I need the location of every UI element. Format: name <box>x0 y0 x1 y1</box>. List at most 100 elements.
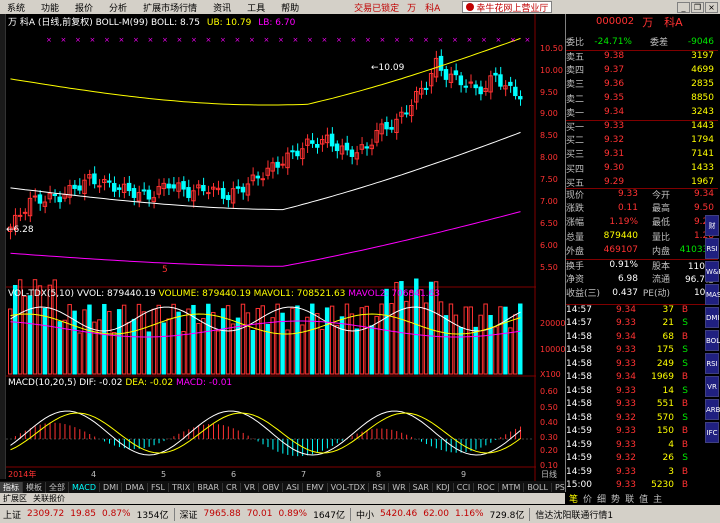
candle-body <box>280 163 285 166</box>
menu-quote[interactable]: 报价 <box>68 1 102 14</box>
server-name[interactable]: 信达沈阳联通行情1 <box>532 508 616 521</box>
volume-bar <box>419 289 424 375</box>
indicator-tab[interactable]: EMV <box>303 482 328 492</box>
volume-bar <box>404 300 409 375</box>
tick-row: 14:58 9.34 1969 B <box>566 372 688 382</box>
indicator-tab[interactable]: DMI <box>100 482 123 492</box>
broker-button[interactable]: 幸牛花网上营业厅 <box>462 1 553 14</box>
indicator-tab[interactable]: SAR <box>410 482 433 492</box>
sh-index-label[interactable]: 上证 <box>0 508 24 521</box>
side-tab[interactable]: W&R <box>705 261 720 282</box>
indicator-tab[interactable]: MTM <box>499 482 525 492</box>
indicator-tab[interactable]: CCI <box>454 482 475 492</box>
indicator-tab[interactable]: BRAR <box>194 482 224 492</box>
indicator-tab[interactable]: FSL <box>148 482 169 492</box>
indicator-tab[interactable]: WR <box>389 482 410 492</box>
zx-index-label[interactable]: 中小 <box>353 508 377 521</box>
tab-extended-area[interactable]: 扩展区 <box>3 493 27 504</box>
menu-analysis[interactable]: 分析 <box>102 1 136 14</box>
quote-tab[interactable]: 势 <box>611 492 620 505</box>
kline-chart-area[interactable]: ←10.09 ←6.28 5 × × × × × × × × × × × × × × × × × × × × × × × × × × × ×… <box>6 14 536 481</box>
candle-body <box>52 194 58 197</box>
volume-bar <box>498 306 503 375</box>
indicator-tab[interactable]: RSI <box>369 482 390 492</box>
side-tab[interactable]: IFC <box>705 422 719 443</box>
quote-tab[interactable]: 细 <box>597 492 606 505</box>
menu-function[interactable]: 功能 <box>34 1 68 14</box>
indicator-tab[interactable]: OBV <box>259 482 284 492</box>
volume-bar <box>290 307 295 375</box>
quote-tab[interactable]: 价 <box>583 492 592 505</box>
indicator-tab[interactable]: PSY <box>552 483 565 492</box>
indicator-tab[interactable]: VR <box>241 482 260 492</box>
indicator-tab[interactable]: ASI <box>283 482 304 492</box>
indicator-tab[interactable]: 模板 <box>23 481 46 493</box>
indicator-tab[interactable]: ROC <box>474 482 499 492</box>
side-tab[interactable]: ARBR <box>705 399 720 420</box>
indicator-tab[interactable]: MACD <box>69 482 100 492</box>
candle-body <box>186 187 191 198</box>
candle-body <box>498 74 503 87</box>
event-mark: × <box>409 36 415 44</box>
volume-bar <box>369 325 374 375</box>
stat-row: 外盘 469107 内盘 410333 <box>566 245 714 257</box>
menu-help[interactable]: 帮助 <box>274 1 308 14</box>
side-tab[interactable]: BOLL <box>705 330 720 351</box>
menu-extended-market[interactable]: 扩展市场行情 <box>136 1 206 14</box>
side-tab[interactable]: MAS <box>705 284 720 305</box>
tick-row: 14:57 9.33 21 S <box>566 318 688 328</box>
volume-bar <box>463 306 469 375</box>
volume-bar <box>285 329 290 375</box>
menu-news[interactable]: 资讯 <box>206 1 240 14</box>
close-icon[interactable]: × <box>705 1 718 13</box>
candle-body <box>329 133 335 147</box>
menu-tools[interactable]: 工具 <box>240 1 274 14</box>
indicator-tab[interactable]: CR <box>223 482 242 492</box>
side-tab[interactable]: RSI <box>705 353 719 374</box>
indicator-tab[interactable]: 指标 <box>0 481 23 493</box>
indicator-tab[interactable]: KDJ <box>433 482 454 492</box>
indicator-tab[interactable]: DMA <box>122 482 148 492</box>
volume-header: VOL-TDX(5,10) VVOL: 879440.19 VOLUME: 87… <box>8 289 440 299</box>
trade-lock-alert[interactable]: 交易已锁定 <box>354 1 399 14</box>
volume-bar <box>211 311 216 375</box>
candle-body <box>260 178 266 181</box>
candle-body <box>478 86 483 95</box>
volume-bar <box>324 307 330 375</box>
sz-index-label[interactable]: 深证 <box>177 508 201 521</box>
volume-bar <box>126 322 132 375</box>
candle-body <box>315 144 320 148</box>
quote-tab[interactable]: 笔 <box>569 492 578 505</box>
quote-tab[interactable]: 联 <box>625 492 634 505</box>
volume-bar <box>319 328 325 375</box>
minimize-icon[interactable]: _ <box>677 1 690 13</box>
candle-body <box>493 72 498 76</box>
side-tab[interactable]: DMI <box>705 307 720 328</box>
volume-bar <box>438 301 444 375</box>
event-mark: × <box>133 36 139 44</box>
side-tab[interactable]: VR <box>705 376 719 397</box>
quote-tab[interactable]: 值 <box>639 492 648 505</box>
candle-body <box>255 175 261 179</box>
side-tab[interactable]: RSI <box>705 238 719 259</box>
zx-index-value: 5420.46 <box>380 509 418 519</box>
stat-row: 现价 9.33 今开 9.34 <box>566 188 718 201</box>
candle-body <box>111 183 117 192</box>
zx-index-amount: 729.8亿 <box>489 510 525 521</box>
volume-bar <box>77 332 82 375</box>
boll-value: BOLL: 8.75 <box>150 18 201 28</box>
indicator-tab[interactable]: BOLL <box>524 482 552 492</box>
tab-related-quote[interactable]: 关联报价 <box>33 493 65 504</box>
period-label[interactable]: 日线 <box>541 469 557 480</box>
restore-icon[interactable]: ❐ <box>691 1 704 13</box>
candle-body <box>443 69 449 80</box>
candle-body <box>141 189 147 192</box>
side-tab[interactable]: 财 <box>705 215 719 236</box>
indicator-tab[interactable]: VOL-TDX <box>328 482 370 492</box>
indicator-tab[interactable]: 全部 <box>46 481 69 493</box>
indicator-tab[interactable]: TRIX <box>169 482 195 492</box>
event-mark: × <box>467 36 473 44</box>
menu-system[interactable]: 系统 <box>0 1 34 14</box>
quote-tab[interactable]: 主 <box>653 492 662 505</box>
price-tick-label: 5.50 <box>540 263 558 272</box>
